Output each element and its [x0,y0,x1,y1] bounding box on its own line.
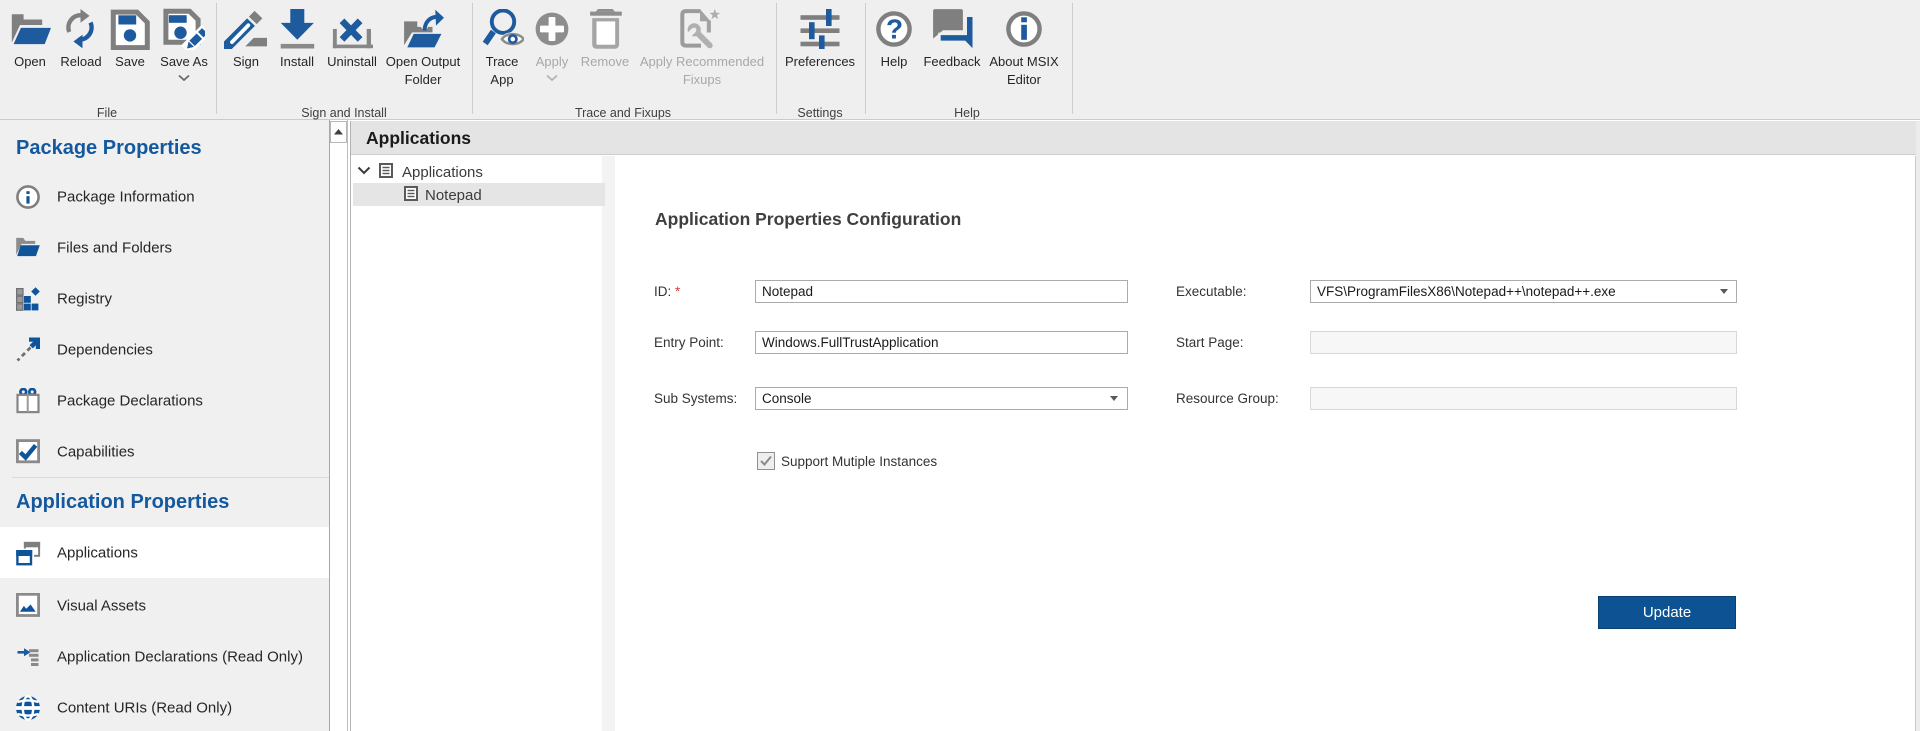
svg-text:?: ? [886,14,903,45]
